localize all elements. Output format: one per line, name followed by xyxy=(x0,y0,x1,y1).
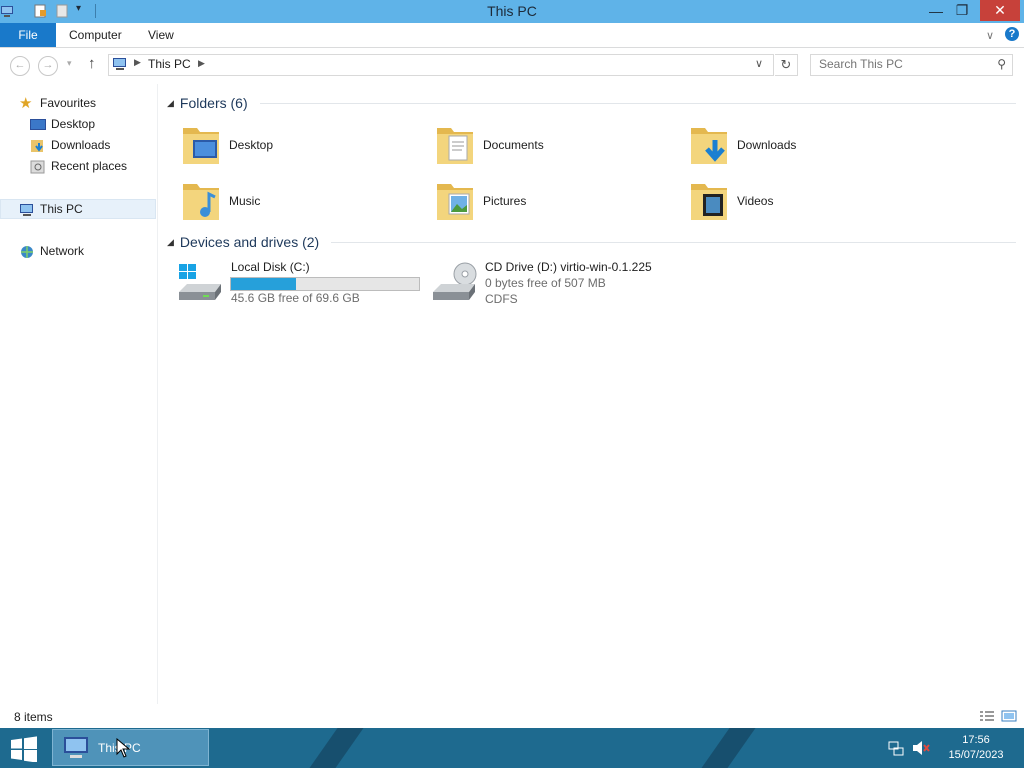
desktop-folder-icon xyxy=(183,128,219,164)
nav-label: Desktop xyxy=(51,117,96,131)
pictures-folder-icon xyxy=(437,184,473,220)
window-title: This PC xyxy=(487,3,537,19)
computer-icon xyxy=(113,58,126,70)
help-icon[interactable]: ? xyxy=(1005,27,1019,41)
recent-locations-icon[interactable]: ▾ xyxy=(67,58,72,69)
navigation-pane: ★ Favourites Desktop Downloads Recent pla… xyxy=(0,84,158,704)
network-icon xyxy=(21,245,33,258)
drive-d[interactable]: CD Drive (D:) virtio-win-0.1.225 0 bytes… xyxy=(430,258,690,308)
folder-label: Downloads xyxy=(737,138,797,152)
nav-desktop[interactable]: Desktop xyxy=(30,114,95,134)
drive-usage-fill xyxy=(231,278,296,290)
close-button[interactable]: ✕ xyxy=(980,0,1020,21)
nav-this-pc[interactable]: This PC xyxy=(19,199,83,219)
desktop-icon xyxy=(30,118,46,130)
drive-label: CD Drive (D:) virtio-win-0.1.225 xyxy=(485,260,652,274)
downloads-folder-icon xyxy=(691,128,727,164)
devices-group-header[interactable]: ◢ Devices and drives (2) xyxy=(167,234,319,250)
address-bar[interactable]: ▶ This PC ▶ ∨ xyxy=(108,54,774,76)
folder-label: Music xyxy=(229,194,261,208)
group-divider xyxy=(331,242,1016,243)
back-button[interactable]: ← xyxy=(10,56,30,76)
large-icons-view-icon[interactable] xyxy=(1001,710,1017,722)
refresh-button[interactable]: ↻ xyxy=(775,54,798,76)
nav-network[interactable]: Network xyxy=(19,241,84,261)
tab-view[interactable]: View xyxy=(148,23,174,47)
taskbar-this-pc-button[interactable]: This PC xyxy=(52,729,209,766)
documents-folder-icon xyxy=(437,128,473,164)
drive-filesystem: CDFS xyxy=(485,292,518,306)
cd-drive-icon xyxy=(433,262,477,300)
navigation-bar: ← → ▾ ↑ ▶ This PC ▶ ∨ ↻ ⚲ xyxy=(0,48,1024,82)
clock-time: 17:56 xyxy=(962,734,990,746)
nav-downloads[interactable]: Downloads xyxy=(30,135,110,155)
folder-pictures[interactable]: Pictures xyxy=(430,174,660,224)
restore-button[interactable]: ❐ xyxy=(947,0,977,21)
drive-label: Local Disk (C:) xyxy=(231,260,310,274)
tab-computer[interactable]: Computer xyxy=(69,23,122,47)
wallpaper-stripe xyxy=(295,728,371,768)
folder-label: Documents xyxy=(483,138,544,152)
title-bar: ▾ This PC — ❐ ✕ xyxy=(0,0,1024,23)
group-title: Devices and drives (2) xyxy=(179,234,320,250)
nav-label: Favourites xyxy=(40,96,97,110)
nav-label: Network xyxy=(40,244,85,258)
hard-drive-icon xyxy=(179,264,221,300)
drive-c-usage-bar xyxy=(230,277,420,291)
music-folder-icon xyxy=(183,184,219,220)
group-title: Folders (6) xyxy=(179,95,248,111)
nav-recent-places[interactable]: Recent places xyxy=(30,156,127,176)
collapse-icon[interactable]: ◢ xyxy=(167,237,174,247)
breadcrumb[interactable]: This PC xyxy=(148,57,191,71)
collapse-icon[interactable]: ◢ xyxy=(167,98,174,108)
recent-places-icon xyxy=(30,160,45,174)
computer-icon xyxy=(20,203,33,216)
volume-muted-icon[interactable] xyxy=(912,740,930,756)
address-dropdown-icon[interactable]: ∨ xyxy=(755,57,763,70)
search-input[interactable] xyxy=(811,55,989,73)
breadcrumb-chevron-icon[interactable]: ▶ xyxy=(134,57,141,68)
folder-label: Desktop xyxy=(229,138,274,152)
tab-file[interactable]: File xyxy=(0,23,56,47)
group-divider xyxy=(260,103,1016,104)
clock[interactable]: 17:56 15/07/2023 xyxy=(935,733,1017,763)
search-box[interactable]: ⚲ xyxy=(810,54,1013,76)
ribbon-tabs: File Computer View ∨ ? xyxy=(0,23,1024,48)
folder-videos[interactable]: Videos xyxy=(684,174,914,224)
wallpaper-stripe xyxy=(687,728,763,768)
videos-folder-icon xyxy=(691,184,727,220)
search-icon[interactable]: ⚲ xyxy=(997,57,1006,71)
folder-desktop[interactable]: Desktop xyxy=(176,118,406,168)
forward-button[interactable]: → xyxy=(38,56,58,76)
drive-free-space: 45.6 GB free of 69.6 GB xyxy=(231,291,360,305)
star-icon: ★ xyxy=(19,94,33,112)
nav-favourites[interactable]: ★ Favourites xyxy=(19,93,96,113)
folders-group-header[interactable]: ◢ Folders (6) xyxy=(167,95,248,111)
taskbar: This PC 17:56 15/07/2023 xyxy=(0,728,1024,768)
folder-documents[interactable]: Documents xyxy=(430,118,660,168)
item-count: 8 items xyxy=(14,710,53,724)
up-button[interactable]: ↑ xyxy=(88,55,96,72)
folder-label: Videos xyxy=(737,194,774,208)
expand-ribbon-icon[interactable]: ∨ xyxy=(986,29,994,42)
nav-label: Recent places xyxy=(51,159,128,173)
nav-label: Downloads xyxy=(51,138,111,152)
computer-icon xyxy=(64,737,88,758)
status-bar: 8 items xyxy=(0,704,1024,728)
clock-date: 15/07/2023 xyxy=(948,749,1004,761)
network-tray-icon[interactable] xyxy=(888,740,904,756)
breadcrumb-chevron-icon[interactable]: ▶ xyxy=(198,58,205,69)
downloads-icon xyxy=(31,139,43,152)
folder-downloads[interactable]: Downloads xyxy=(684,118,914,168)
details-view-icon[interactable] xyxy=(979,710,995,722)
mouse-cursor-icon xyxy=(116,738,130,758)
folder-music[interactable]: Music xyxy=(176,174,406,224)
drive-free-space: 0 bytes free of 507 MB xyxy=(485,276,606,290)
windows-start-icon[interactable] xyxy=(8,736,40,762)
folder-label: Pictures xyxy=(483,194,527,208)
nav-label: This PC xyxy=(40,202,83,216)
